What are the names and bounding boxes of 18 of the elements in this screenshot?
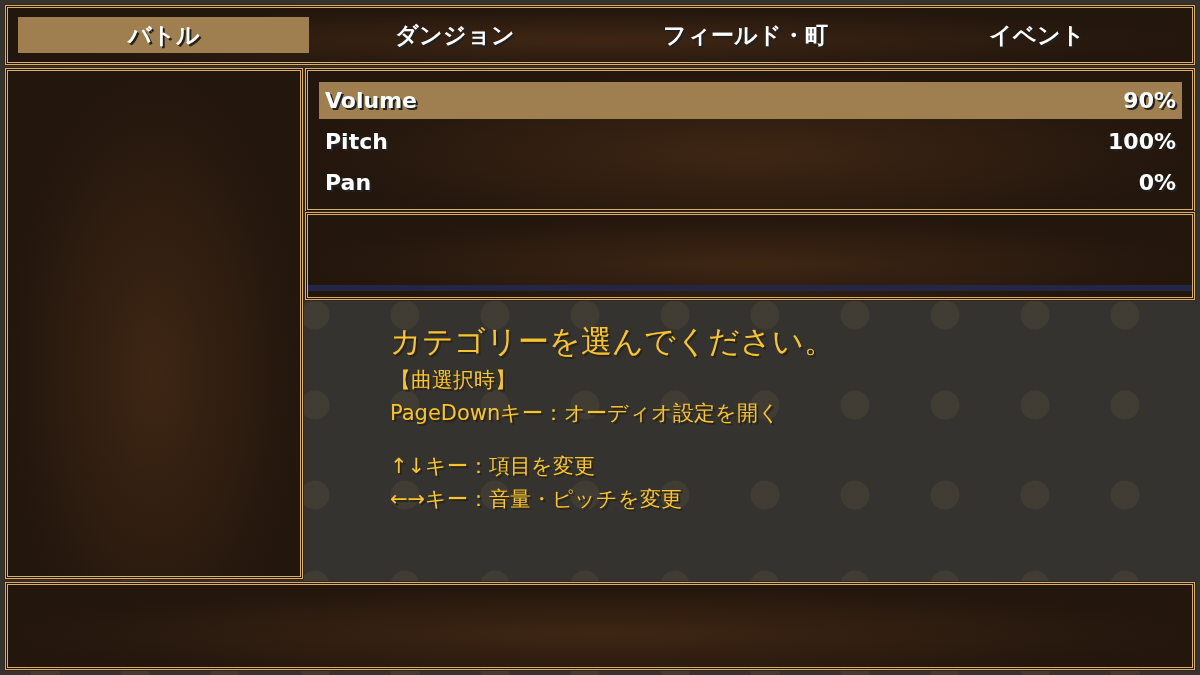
- setting-row[interactable]: Pitch 100%: [319, 123, 1182, 160]
- setting-name: Pitch: [325, 129, 388, 154]
- setting-value: 0%: [1138, 170, 1176, 195]
- setting-value: 100%: [1108, 129, 1176, 154]
- tab[interactable]: フィールド・町: [600, 17, 891, 53]
- setting-row[interactable]: Pan 0%: [319, 164, 1182, 201]
- help-text: ←→キー：音量・ピッチを変更: [390, 486, 684, 513]
- tab[interactable]: イベント: [891, 17, 1182, 53]
- help-text: PageDownキー：オーディオ設定を開く: [390, 400, 782, 427]
- help-text: 【曲選択時】: [390, 367, 517, 394]
- help-title: カテゴリーを選んでください。: [390, 322, 836, 360]
- setting-value: 90%: [1123, 88, 1176, 113]
- setting-row[interactable]: Volume 90%: [319, 82, 1182, 119]
- tab[interactable]: バトル: [18, 17, 309, 53]
- help-text: ↑↓キー：項目を変更: [390, 453, 597, 480]
- setting-name: Volume: [325, 88, 417, 113]
- setting-name: Pan: [325, 170, 372, 195]
- tab[interactable]: ダンジョン: [309, 17, 600, 53]
